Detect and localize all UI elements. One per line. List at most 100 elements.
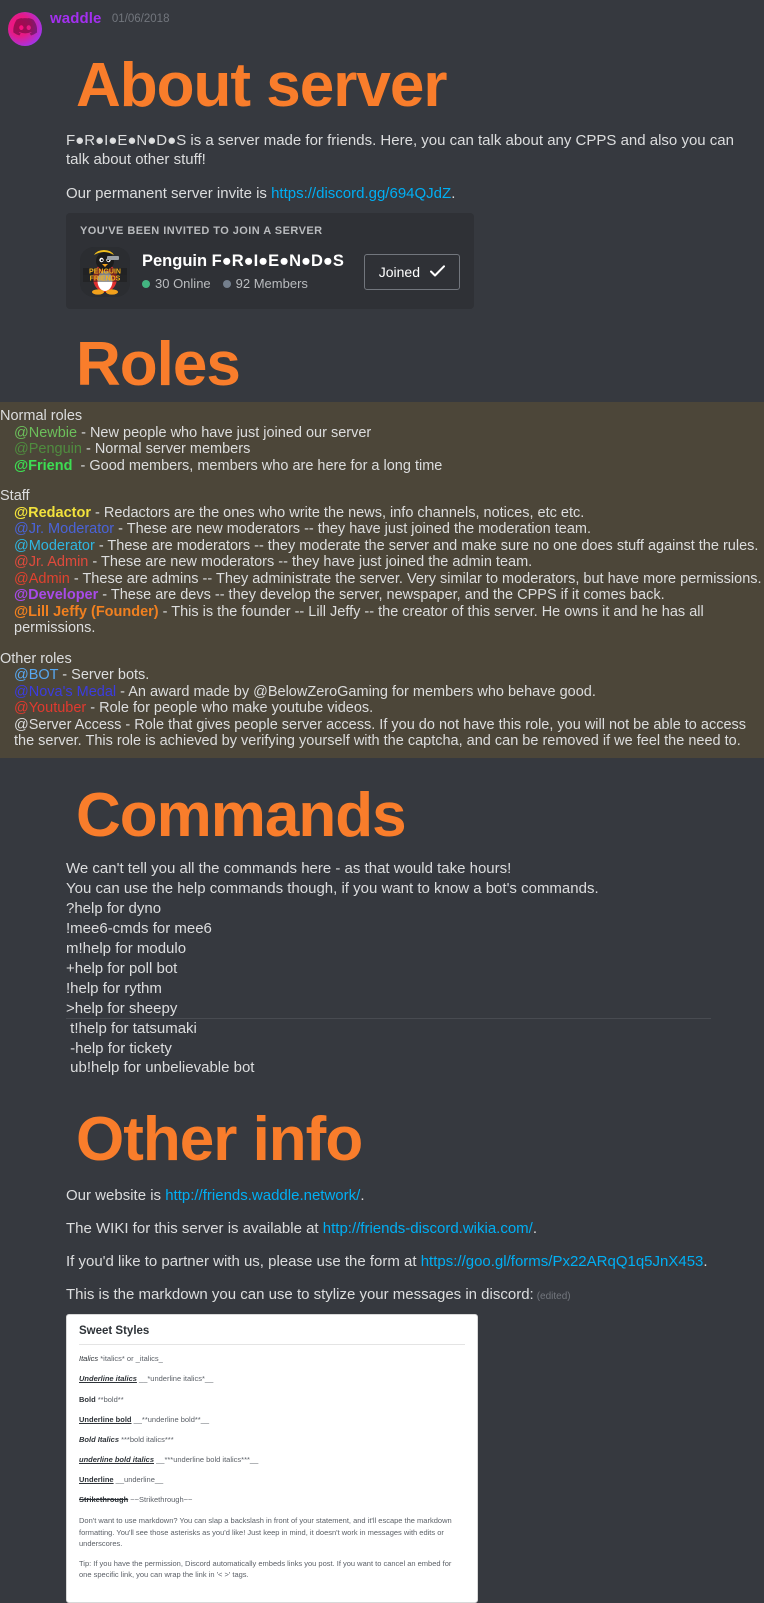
command-line: We can't tell you all the commands here … [66, 860, 512, 878]
role-mention[interactable]: @Newbie [14, 425, 77, 441]
message-header: waddle 01/06/2018 [0, 0, 764, 46]
role-description: - These are admins -- They administrate … [69, 570, 762, 587]
role-mention[interactable]: @Jr. Admin [14, 554, 88, 570]
website-prefix-text: Our website is [66, 1186, 166, 1204]
role-mention[interactable]: @BOT [14, 667, 58, 683]
role-mention[interactable]: @Redactor [14, 505, 91, 521]
partner-form-link[interactable]: https://goo.gl/forms/Px22ARqQ1q5JnX453 [421, 1253, 704, 1270]
role-mention[interactable]: @Nova's Medal [14, 684, 116, 700]
role-entry: @Youtuber - Role for people who make you… [0, 700, 764, 717]
command-line: -help for tickety [66, 1039, 172, 1057]
members-status-dot [222, 279, 231, 288]
check-icon [430, 264, 445, 280]
role-description: - These are moderators -- they moderate … [94, 537, 759, 554]
role-mention[interactable]: @Penguin [14, 441, 82, 457]
roles-group-title: Other roles [0, 650, 72, 667]
message-author[interactable]: waddle [50, 10, 101, 27]
online-count: 30 Online [155, 276, 211, 292]
website-suffix-text: . [360, 1186, 365, 1204]
role-entry: @Server Access - Role that gives people … [0, 717, 764, 750]
markdown-style-label: Bold Italics [79, 1434, 120, 1444]
role-description: - These are new moderators -- they have … [88, 554, 533, 571]
joined-button[interactable]: Joined [363, 253, 460, 290]
roles-list: Normal roles @Newbie - New people who hav… [0, 408, 764, 750]
role-description: - These are new moderators -- they have … [114, 521, 592, 538]
markdown-style-label: Underline bold [79, 1414, 132, 1424]
partner-line: If you'd like to partner with us, please… [66, 1252, 754, 1271]
server-invite-embed[interactable]: YOU'VE BEEN INVITED TO JOIN A SERVER PEN… [66, 212, 474, 309]
role-mention[interactable]: @Lill Jeffy (Founder) [14, 604, 159, 620]
markdown-style-label: Underline [79, 1475, 114, 1485]
role-description: - These are devs -- they develop the ser… [98, 587, 665, 604]
roles-group-title: Normal roles [0, 408, 83, 425]
role-description: - New people who have just joined our se… [77, 424, 372, 441]
markdown-style-row: Italics *italics* or _italics_ [79, 1354, 465, 1364]
invite-prefix-text: Our permanent server invite is [66, 184, 272, 202]
role-entry: @Moderator - These are moderators -- the… [0, 538, 764, 555]
role-mention[interactable]: @Developer [14, 587, 98, 603]
edited-label: (edited) [536, 1291, 571, 1303]
commands-list: We can't tell you all the commands here … [66, 859, 754, 1078]
sweet-styles-title: Sweet Styles [79, 1325, 150, 1338]
invite-embed-title: YOU'VE BEEN INVITED TO JOIN A SERVER [80, 224, 323, 237]
permanent-invite-line: Our permanent server invite is https://d… [66, 184, 754, 203]
role-mention[interactable]: @Friend [14, 458, 72, 474]
role-description: - Normal server members [81, 441, 251, 458]
wiki-prefix-text: The WIKI for this server is available at [66, 1219, 323, 1237]
command-line: You can use the help commands though, if… [66, 880, 599, 897]
avatar[interactable] [8, 12, 42, 46]
markdown-style-label: Strikethrough [79, 1495, 129, 1505]
command-line: +help for poll bot [66, 959, 178, 977]
heading-roles: Roles [76, 329, 241, 399]
role-entry: @BOT - Server bots. [0, 667, 764, 684]
roles-group: Staff @Redactor - Redactors are the ones … [0, 488, 764, 637]
about-intro-text: F●R●I●E●N●D●S is a server made for frien… [66, 132, 734, 169]
role-mention[interactable]: @Jr. Moderator [14, 521, 114, 537]
markdown-style-rows: Italics *italics* or _italics_ Underline … [79, 1354, 465, 1505]
invite-server-name: Penguin F●R●I●E●N●D●S [142, 252, 344, 271]
website-link[interactable]: http://friends.waddle.network/ [165, 1187, 360, 1204]
markdown-note-2: Tip: If you have the permission, Discord… [79, 1559, 452, 1580]
command-line: >help for sheepy [66, 999, 178, 1017]
command-line: ?help for dyno [66, 899, 162, 917]
role-description: - Server bots. [58, 667, 150, 684]
roles-blockquote: Normal roles @Newbie - New people who hav… [0, 402, 764, 758]
discord-invite-link[interactable]: https://discord.gg/694QJdZ [271, 185, 451, 202]
website-line: Our website is http://friends.waddle.net… [66, 1186, 754, 1205]
wiki-link[interactable]: http://friends-discord.wikia.com/ [323, 1220, 533, 1237]
sweet-styles-image[interactable]: Sweet Styles Italics *italics* or _itali… [66, 1314, 478, 1603]
commands-divider [66, 1018, 711, 1020]
command-line: m!help for modulo [66, 939, 187, 957]
heading-other-info: Other info [76, 1105, 363, 1175]
role-mention[interactable]: @Server Access [14, 717, 121, 733]
markdown-intro-line: This is the markdown you can use to styl… [66, 1285, 754, 1304]
markdown-style-row: Underline __underline__ [79, 1475, 465, 1485]
markdown-style-example: __***underline bold italics***__ [154, 1454, 259, 1464]
roles-group: Other roles @BOT - Server bots. @Nova's Me… [0, 651, 764, 750]
role-entry: @Jr. Admin - These are new moderators --… [0, 554, 764, 571]
markdown-note-1: Don't want to use markdown? You can slap… [79, 1516, 452, 1548]
partner-suffix-text: . [703, 1252, 708, 1270]
role-mention[interactable]: @Youtuber [14, 700, 86, 716]
markdown-style-label: Underline italics [79, 1374, 137, 1384]
markdown-style-example: __*underline italics*__ [136, 1374, 214, 1384]
markdown-style-example: *italics* or _italics_ [98, 1354, 163, 1364]
role-entry: @Jr. Moderator - These are new moderator… [0, 521, 764, 538]
role-mention[interactable]: @Moderator [14, 538, 95, 554]
command-line: t!help for tatsumaki [66, 1019, 197, 1037]
role-entry: @Developer - These are devs -- they deve… [0, 587, 764, 604]
members-count: 92 Members [235, 276, 308, 292]
message-content: About server F●R●I●E●N●D●S is a server m… [0, 54, 764, 396]
role-entry: @Redactor - Redactors are the ones who w… [0, 505, 764, 522]
markdown-style-example: __underline__ [113, 1475, 164, 1485]
markdown-style-example: ~~Strikethrough~~ [128, 1495, 193, 1505]
penguin-friends-server-icon: PENGUIN FRIENDS [80, 246, 130, 297]
sweet-styles-divider [79, 1344, 465, 1346]
invite-suffix-text: . [451, 184, 456, 202]
role-description: - Redactors are the ones who write the n… [91, 504, 585, 521]
command-line: !mee6-cmds for mee6 [66, 919, 212, 937]
role-mention[interactable]: @Admin [14, 571, 70, 587]
heading-about-server: About server [76, 51, 447, 120]
svg-text:PENGUIN: PENGUIN [89, 268, 121, 275]
roles-group-spacer [0, 474, 764, 488]
